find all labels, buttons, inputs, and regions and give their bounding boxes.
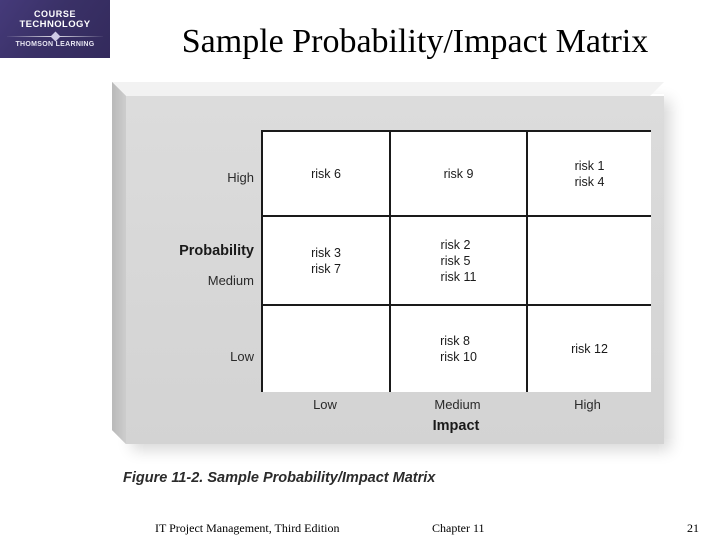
slide-title: Sample Probability/Impact Matrix bbox=[181, 23, 649, 60]
matrix-cell-high-medium: risk 9 bbox=[391, 132, 528, 217]
matrix-cell-high-high: risk 1 risk 4 bbox=[528, 132, 651, 217]
logo-line-course: COURSE bbox=[33, 9, 77, 19]
footer-book-title: IT Project Management, Third Edition bbox=[155, 521, 340, 535]
x-axis-label-medium: Medium bbox=[434, 397, 481, 412]
footer-chapter: Chapter 11 bbox=[432, 521, 485, 535]
footer-page-number: 21 bbox=[687, 521, 699, 535]
matrix-cell-medium-medium: risk 2 risk 5 risk 11 bbox=[391, 217, 528, 306]
matrix-cell-medium-low: risk 3 risk 7 bbox=[263, 217, 391, 306]
x-axis-title: Impact bbox=[432, 418, 480, 434]
panel-top-bevel bbox=[112, 82, 664, 96]
x-axis-label-high: High bbox=[574, 397, 601, 412]
matrix-cell-low-medium: risk 8 risk 10 bbox=[391, 306, 528, 392]
figure-caption: Figure 11-2. Sample Probability/Impact M… bbox=[123, 470, 436, 486]
y-axis-label-medium: Medium bbox=[207, 273, 254, 288]
logo-divider-ornament bbox=[7, 32, 103, 40]
course-technology-logo: COURSE TECHNOLOGY THOMSON LEARNING bbox=[0, 0, 110, 58]
cell-text: risk 6 bbox=[311, 166, 341, 181]
cell-text: risk 2 risk 5 risk 11 bbox=[440, 237, 477, 284]
matrix-cell-low-low bbox=[263, 306, 391, 392]
logo-line-thomson-learning: THOMSON LEARNING bbox=[15, 41, 95, 48]
cell-text: risk 1 risk 4 bbox=[574, 158, 605, 189]
cell-text: risk 3 risk 7 bbox=[311, 245, 341, 276]
y-axis-label-low: Low bbox=[230, 349, 254, 364]
impact-axis: Low Medium High Impact bbox=[261, 394, 651, 450]
x-axis-ticks: Low Medium High bbox=[261, 394, 651, 416]
cell-text: risk 12 bbox=[571, 342, 608, 356]
matrix-cell-medium-high bbox=[528, 217, 651, 306]
x-axis-label-low: Low bbox=[313, 397, 337, 412]
y-axis-title: Probability bbox=[179, 243, 254, 259]
slide-footer: IT Project Management, Third Edition Cha… bbox=[0, 518, 720, 540]
matrix-cell-low-high: risk 12 bbox=[528, 306, 651, 392]
cell-text: risk 9 bbox=[443, 166, 474, 181]
y-axis-label-high: High bbox=[227, 170, 254, 185]
matrix-panel: High Probability Medium Low risk 6 risk … bbox=[112, 82, 664, 444]
panel-face: High Probability Medium Low risk 6 risk … bbox=[126, 96, 664, 444]
panel-left-bevel bbox=[112, 82, 126, 444]
cell-text: risk 8 risk 10 bbox=[440, 334, 477, 364]
probability-impact-grid: risk 6 risk 9 risk 1 risk 4 risk 3 risk … bbox=[261, 130, 651, 392]
matrix-cell-high-low: risk 6 bbox=[263, 132, 391, 217]
probability-axis: High Probability Medium Low bbox=[126, 130, 254, 392]
logo-line-technology: TECHNOLOGY bbox=[19, 19, 91, 30]
